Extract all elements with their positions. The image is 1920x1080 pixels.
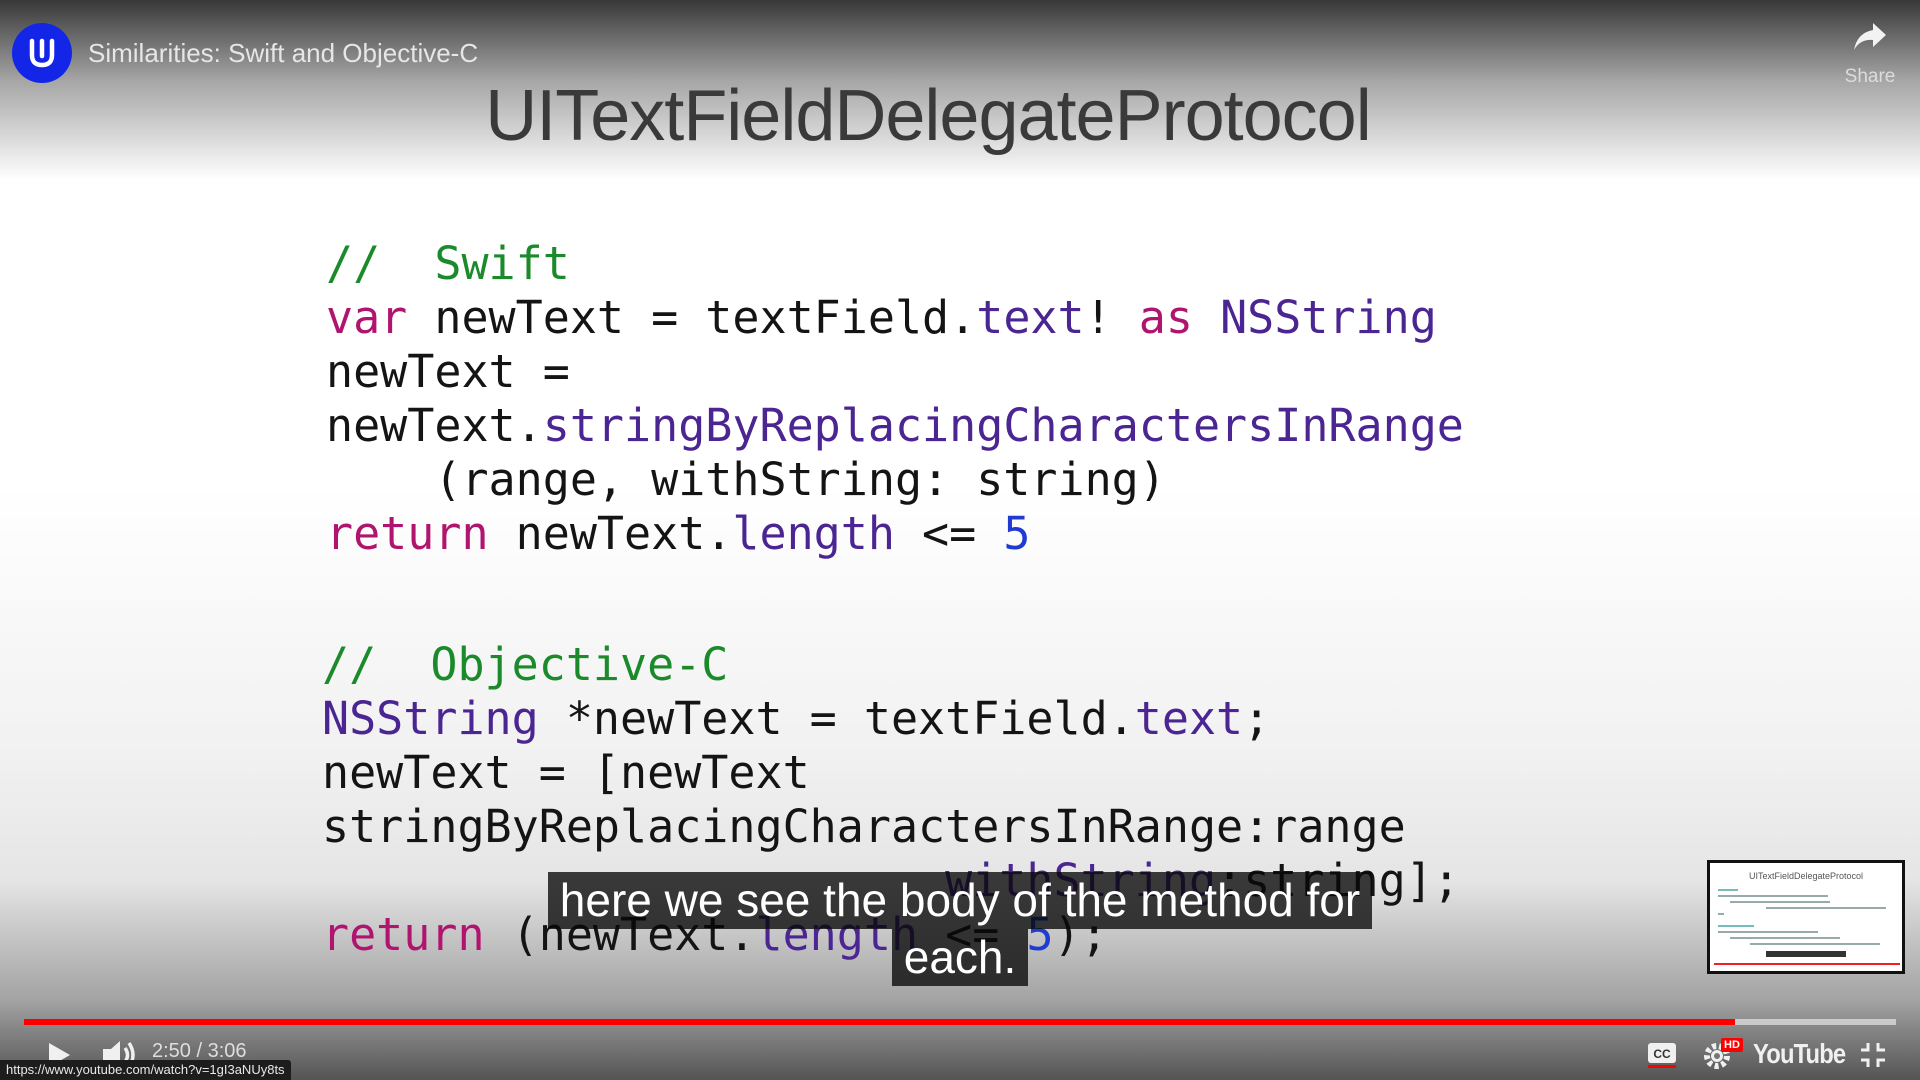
code-token: // Swift	[326, 237, 570, 290]
code-token: (range, withString: string)	[326, 453, 1166, 506]
udacity-logo-icon	[29, 38, 55, 68]
code-line: NSString *newText = textField.text;	[322, 692, 1460, 746]
settings-button[interactable]: HD	[1703, 1036, 1743, 1072]
caption-line-1: here we see the body of the method for	[547, 872, 1373, 929]
code-token: newText =	[326, 345, 570, 398]
code-line: (range, withString: string)	[326, 453, 1464, 507]
code-token: stringByReplacingCharactersInRange	[542, 399, 1464, 452]
thumbnail-code-line	[1718, 889, 1738, 891]
closed-captions-icon: CC	[1648, 1043, 1676, 1068]
code-token: return	[326, 507, 489, 560]
code-token: NSString	[1220, 291, 1437, 344]
code-line: newText =	[326, 345, 1464, 399]
progress-bar[interactable]	[24, 1019, 1896, 1025]
thumbnail-progress	[1714, 963, 1900, 965]
exit-fullscreen-icon	[1861, 1043, 1885, 1067]
code-line: stringByReplacingCharactersInRange:range	[322, 800, 1460, 854]
share-button[interactable]: Share	[1835, 18, 1905, 88]
code-token: newText = [newText	[322, 746, 810, 799]
code-token: NSString	[322, 692, 539, 745]
svg-text:CC: CC	[1653, 1047, 1671, 1061]
code-line: var newText = textField.text! as NSStrin…	[326, 291, 1464, 345]
youtube-logo[interactable]: YouTube	[1753, 1038, 1846, 1070]
code-line: // Objective-C	[322, 638, 1460, 692]
code-token: length	[732, 507, 895, 560]
code-line: return newText.length <= 5	[326, 507, 1464, 561]
thumbnail-caption	[1766, 951, 1846, 957]
subtitles-button[interactable]: CC	[1647, 1042, 1677, 1068]
caption-line-2: each.	[891, 929, 1029, 986]
thumbnail-code-line	[1750, 943, 1880, 945]
code-token: newText.	[326, 399, 543, 452]
thumbnail-code-line	[1718, 931, 1818, 933]
code-token: 5	[1003, 507, 1031, 560]
thumbnail-title: UITextFieldDelegateProtocol	[1748, 871, 1864, 881]
code-token: *newText = textField.	[538, 692, 1135, 745]
progress-played	[24, 1019, 1735, 1025]
preview-thumbnail[interactable]: UITextFieldDelegateProtocol	[1707, 860, 1905, 974]
video-player[interactable]: UITextFieldDelegateProtocol // Swift var …	[0, 0, 1920, 1080]
code-token: <=	[894, 507, 1004, 560]
code-token: stringByReplacingCharactersInRange:range	[322, 800, 1406, 853]
code-token: var	[326, 291, 408, 344]
code-token: text	[976, 291, 1085, 344]
code-token: text	[1134, 692, 1244, 745]
code-line: newText.stringByReplacingCharactersInRan…	[326, 399, 1464, 453]
code-token: ;	[1243, 692, 1271, 745]
thumbnail-code-line	[1718, 925, 1754, 927]
code-token: newText = textField.	[407, 291, 977, 344]
code-token: newText.	[488, 507, 733, 560]
share-label: Share	[1844, 66, 1896, 87]
hd-badge: HD	[1721, 1038, 1743, 1052]
thumbnail-code-line	[1730, 937, 1840, 939]
video-title[interactable]: Similarities: Swift and Objective-C	[88, 38, 478, 69]
code-line: newText = [newText	[322, 746, 1460, 800]
thumbnail-code-line	[1766, 907, 1886, 909]
code-token: !	[1084, 291, 1139, 344]
exit-fullscreen-button[interactable]	[1858, 1040, 1888, 1070]
channel-logo[interactable]	[12, 23, 72, 83]
captions-window: here we see the body of the method for e…	[0, 872, 1920, 986]
slide-title: UITextFieldDelegateProtocol	[485, 76, 1371, 156]
share-arrow-icon	[1854, 23, 1886, 50]
status-bar-url: https://www.youtube.com/watch?v=1gI3aNUy…	[0, 1060, 291, 1080]
swift-code-block: // Swift var newText = textField.text! as…	[326, 237, 1464, 561]
code-token: // Objective-C	[322, 638, 729, 691]
thumbnail-code-line	[1730, 901, 1830, 903]
thumbnail-code-line	[1718, 913, 1724, 915]
thumbnail-code-line	[1718, 895, 1828, 897]
code-token: as	[1138, 291, 1193, 344]
code-line: // Swift	[326, 237, 1464, 291]
